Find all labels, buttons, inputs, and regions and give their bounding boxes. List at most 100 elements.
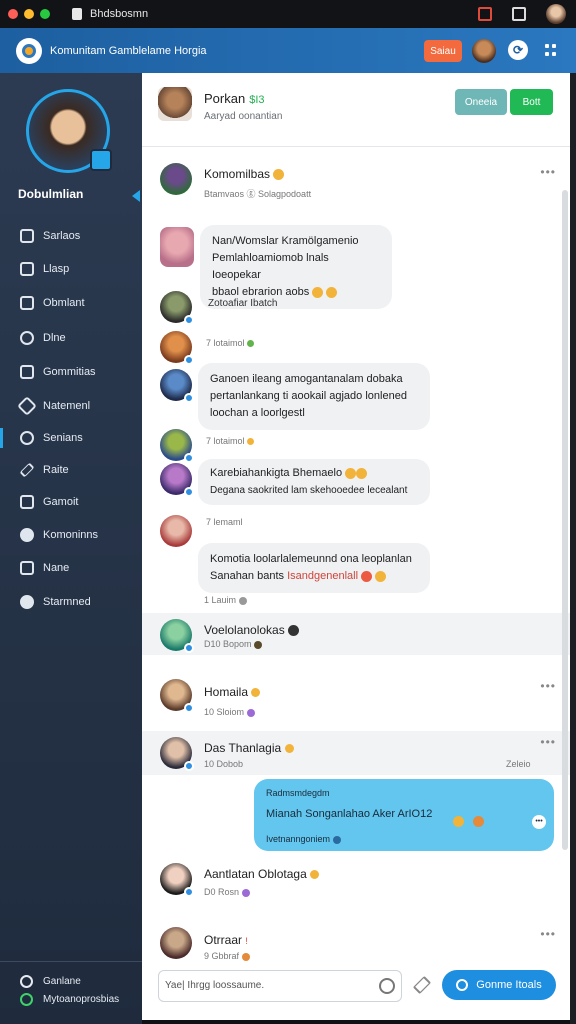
message-item[interactable]: Karebiahankigta Bhemaelo Degana saokrite… — [142, 459, 570, 511]
sidebar-footer-item[interactable]: Mytoanoprosbias — [20, 993, 119, 1006]
channel-header: Porkan $I3 Aaryad oonantian Oneeia Bott — [142, 73, 570, 147]
author-name: Homaila — [204, 685, 249, 699]
app-icon — [72, 8, 82, 20]
sidebar-item-list[interactable]: Llasp — [0, 254, 142, 284]
channel-avatar[interactable] — [158, 87, 192, 121]
message-item[interactable]: Nan/Womslar Kramölgamenio Pemlahloamiomo… — [142, 221, 570, 309]
more-options-icon[interactable]: ••• — [540, 165, 556, 179]
message-meta: 10 Dobob — [204, 759, 244, 769]
sidebar-item-grid[interactable]: Nane — [0, 553, 142, 583]
user-avatar[interactable] — [160, 463, 194, 497]
sidebar-item-community[interactable]: Komoninns — [0, 520, 142, 550]
user-avatar[interactable] — [160, 863, 194, 897]
emoji-icon — [241, 888, 250, 897]
message-item[interactable]: Komomilbas Btamvaos ⓖ Solagpodoatt ••• — [142, 157, 570, 207]
more-options-icon[interactable]: ••• — [540, 679, 556, 693]
header-action-button[interactable]: Saiau — [424, 40, 462, 62]
user-avatar[interactable] — [160, 227, 194, 267]
sidebar-footer-label: Ganlane — [43, 976, 81, 987]
sidebar-divider — [0, 961, 142, 962]
message-input[interactable]: Yae| Ihrgg loossaume. — [158, 970, 402, 1002]
message-item[interactable]: Homaila 10 Sloiom ••• — [142, 673, 570, 727]
sidebar-item-label: Starmned — [43, 596, 91, 608]
sidebar-item-label: Nane — [43, 562, 70, 574]
user-avatar[interactable] — [160, 369, 194, 403]
sidebar-item-tags[interactable]: Natemenl — [0, 391, 142, 421]
refresh-icon[interactable]: ⟳ — [508, 40, 528, 60]
user-avatar[interactable] — [160, 737, 194, 771]
send-button[interactable]: Gonme Itoals — [442, 970, 556, 1000]
message-author: Otrraar ! — [204, 933, 248, 947]
message-item[interactable]: 7 lotaimol — [142, 329, 570, 365]
profile-name[interactable]: Dobulmlian — [18, 187, 83, 201]
scrollbar[interactable] — [562, 190, 568, 850]
os-user-avatar[interactable] — [546, 4, 566, 24]
notification-icon[interactable] — [478, 7, 492, 21]
message-author: Voelolanolokas — [204, 623, 300, 637]
message-item[interactable]: 7 lemaml — [142, 513, 570, 547]
sidebar-item-messages[interactable]: Gommitias — [0, 357, 142, 387]
channel-title-text: Porkan — [204, 91, 246, 106]
message-meta-right: Zeleio — [506, 759, 531, 769]
user-avatar[interactable] — [160, 927, 192, 959]
sidebar-item-label: Gamoit — [43, 496, 79, 508]
info-icon — [20, 331, 34, 345]
maximize-window-button[interactable] — [40, 9, 50, 19]
message-meta: 7 lotaimol — [206, 338, 255, 348]
window-icon[interactable] — [512, 7, 526, 21]
sidebar-item-settings[interactable]: Senians — [0, 423, 142, 453]
more-options-icon[interactable]: ••• — [540, 927, 556, 941]
os-title-bar: Bhdsbosmn — [0, 0, 576, 28]
emoji-icon — [284, 744, 294, 754]
sidebar-item-info[interactable]: Dlne — [0, 323, 142, 353]
user-avatar[interactable] — [160, 679, 194, 713]
message-item[interactable]: Das Thanlagia 10 Dobob Zeleio ••• — [142, 731, 570, 775]
sidebar-item-label: Senians — [43, 432, 83, 444]
message-meta: 1 Lauim — [204, 595, 247, 605]
sidebar-item-edit[interactable]: Raite — [0, 455, 142, 485]
emoji-picker-icon[interactable] — [379, 978, 395, 994]
sidebar-footer-item[interactable]: Ganlane — [20, 975, 81, 988]
message-item[interactable]: Radmsmdegdm Mianah Songanlahao Aker ArIO… — [142, 779, 570, 853]
sidebar-item-label: Natemenl — [43, 400, 91, 412]
user-avatar[interactable] — [160, 163, 192, 195]
app-logo[interactable] — [16, 37, 42, 64]
message-item[interactable]: Komotia loolarlalemeunnd ona leoplanlan … — [142, 543, 570, 613]
message-item[interactable]: 7 lotaimol — [142, 427, 570, 463]
user-avatar[interactable] — [160, 291, 194, 325]
channel-primary-button[interactable]: Bott — [510, 89, 553, 115]
message-item[interactable]: Aantlatan Oblotaga D0 Rosn — [142, 857, 570, 911]
bubble-reactions[interactable] — [452, 813, 484, 830]
list-icon — [20, 262, 34, 276]
user-avatar[interactable] — [160, 331, 194, 365]
meta-text: 10 Sloiom — [204, 707, 245, 717]
sidebar-item-label: Raite — [43, 464, 69, 476]
message-item[interactable]: Otrraar ! 9 Gbbraf ••• — [142, 921, 570, 965]
send-button-label: Gonme Itoals — [476, 979, 542, 991]
expand-icon[interactable]: ••• — [532, 815, 546, 829]
sidebar-item-chat[interactable]: Sarlaos — [0, 221, 142, 251]
user-avatar[interactable] — [160, 429, 194, 463]
close-window-button[interactable] — [8, 9, 18, 19]
meta-text: D0 Rosn — [204, 887, 240, 897]
os-window-title: Bhdsbosmn — [90, 8, 149, 20]
sidebar-item-starred[interactable]: Starmned — [0, 587, 142, 617]
channel-secondary-button[interactable]: Oneeia — [455, 89, 507, 115]
apps-grid-icon[interactable] — [545, 44, 557, 56]
message-item[interactable]: Zotoafiar Ibatch — [142, 289, 570, 327]
sidebar-footer-label: Mytoanoprosbias — [43, 994, 120, 1005]
bubble-line: pertanlankang ti aookail agjado lonlened — [210, 390, 407, 402]
minimize-window-button[interactable] — [24, 9, 34, 19]
sidebar-item-file[interactable]: Gamoit — [0, 487, 142, 517]
message-item[interactable]: Ganoen ileang amogantanalam dobaka perta… — [142, 363, 570, 430]
message-item[interactable]: Voelolanolokas D10 Bopom — [142, 613, 570, 655]
header-user-avatar[interactable] — [472, 39, 496, 63]
profile-caret-icon[interactable] — [132, 190, 140, 202]
emoji-icon — [247, 438, 255, 446]
author-name: Aantlatan Oblotaga — [204, 867, 307, 881]
sidebar-item-document[interactable]: Obmlant — [0, 288, 142, 318]
user-avatar[interactable] — [160, 619, 194, 653]
profile-badge-icon — [90, 149, 112, 171]
more-options-icon[interactable]: ••• — [540, 735, 556, 749]
app-header: Komunitam Gamblelame Horgia Saiau ⟳ — [0, 28, 576, 73]
